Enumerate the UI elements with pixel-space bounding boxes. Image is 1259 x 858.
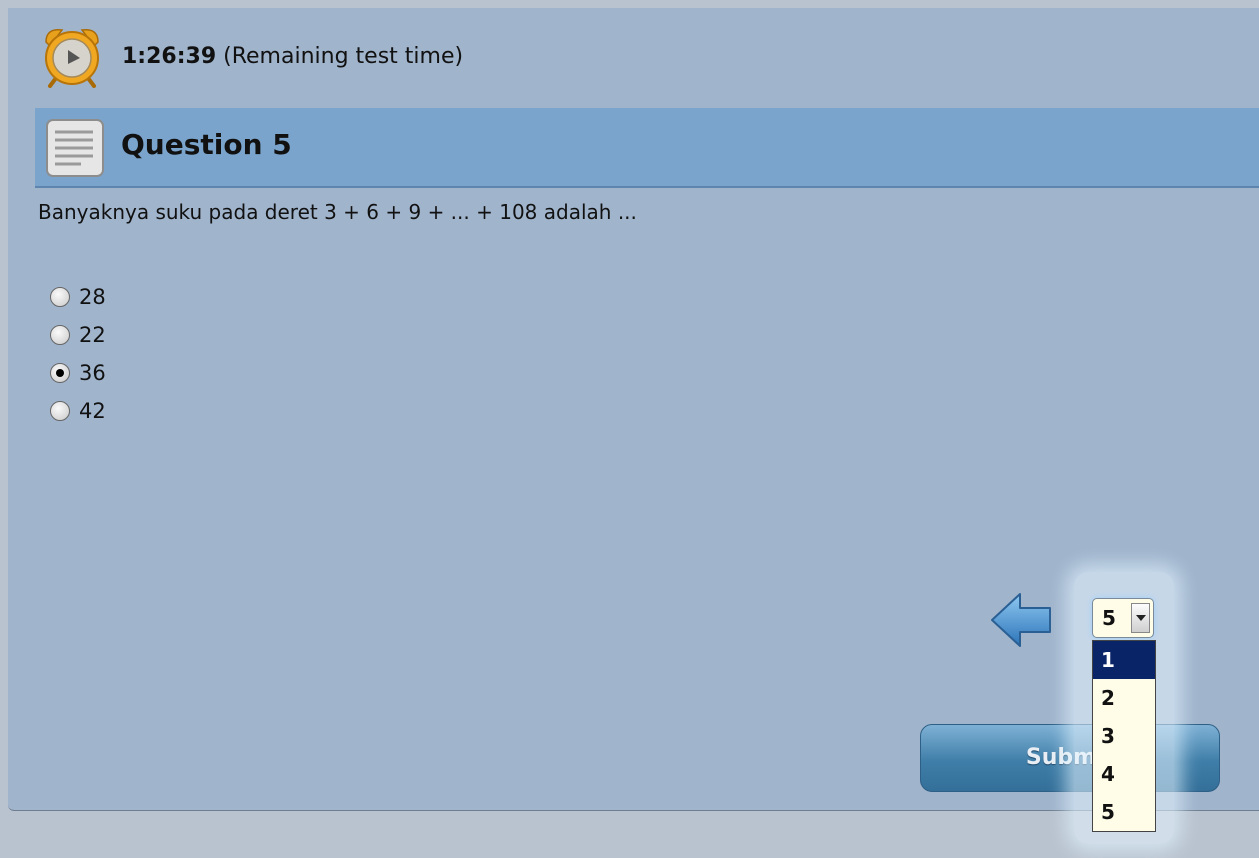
dropdown-option[interactable]: 1 bbox=[1093, 641, 1155, 679]
question-select[interactable]: 5 bbox=[1092, 598, 1154, 638]
question-header: Question 5 bbox=[35, 108, 1259, 188]
timer-label: (Remaining test time) bbox=[223, 43, 464, 69]
document-icon bbox=[46, 119, 104, 177]
option-label: 42 bbox=[79, 399, 106, 423]
dropdown-option[interactable]: 3 bbox=[1093, 717, 1155, 755]
option-label: 36 bbox=[79, 361, 106, 385]
question-text: Banyaknya suku pada deret 3 + 6 + 9 + ..… bbox=[38, 200, 637, 224]
answer-options: 28 22 36 42 bbox=[50, 278, 106, 430]
answer-option[interactable]: 36 bbox=[50, 354, 106, 392]
submit-button[interactable]: Submit bbox=[920, 724, 1220, 792]
dropdown-option[interactable]: 4 bbox=[1093, 755, 1155, 793]
remaining-time: 1:26:39 (Remaining test time) bbox=[122, 44, 463, 69]
timer-value: 1:26:39 bbox=[122, 43, 217, 69]
question-title: Question 5 bbox=[121, 128, 292, 161]
answer-option[interactable]: 28 bbox=[50, 278, 106, 316]
option-label: 28 bbox=[79, 285, 106, 309]
dropdown-option[interactable]: 2 bbox=[1093, 679, 1155, 717]
selected-question: 5 bbox=[1102, 606, 1116, 630]
chevron-down-icon[interactable] bbox=[1131, 603, 1150, 633]
radio-button[interactable] bbox=[50, 401, 70, 421]
answer-option[interactable]: 42 bbox=[50, 392, 106, 430]
timer-bar: 1:26:39 (Remaining test time) bbox=[40, 24, 463, 88]
radio-button[interactable] bbox=[50, 325, 70, 345]
question-dropdown-list: 1 2 3 4 5 bbox=[1092, 640, 1156, 832]
answer-option[interactable]: 22 bbox=[50, 316, 106, 354]
radio-button[interactable] bbox=[50, 363, 70, 383]
alarm-clock-icon bbox=[45, 29, 99, 88]
radio-button[interactable] bbox=[50, 287, 70, 307]
dropdown-option[interactable]: 5 bbox=[1093, 793, 1155, 831]
option-label: 22 bbox=[79, 323, 106, 347]
left-arrow-icon[interactable] bbox=[990, 590, 1052, 650]
